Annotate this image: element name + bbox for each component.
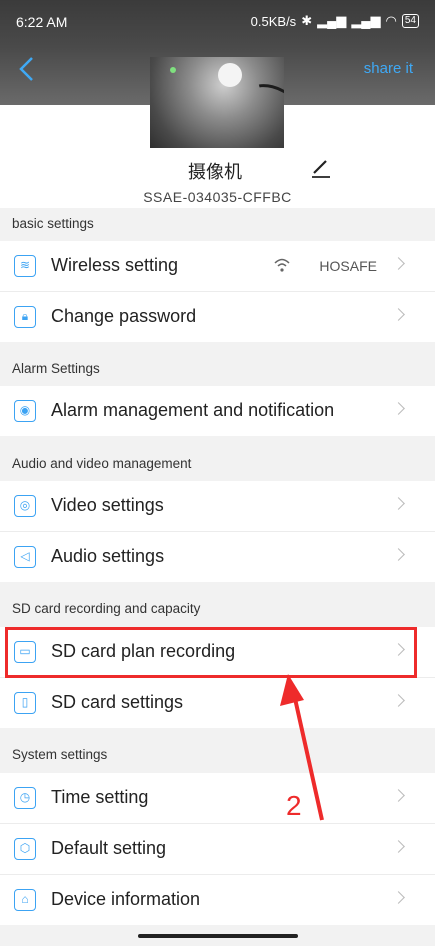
alarm-management-item[interactable]: ◉ Alarm management and notification [0, 386, 435, 436]
home-indicator[interactable] [138, 934, 298, 938]
item-label: Audio settings [51, 546, 165, 566]
lock-icon: 🔒︎ [14, 306, 36, 328]
wifi-icon: ≋ [14, 255, 36, 277]
section-alarm-settings: Alarm Settings [12, 361, 100, 376]
chevron-right-icon [392, 497, 405, 510]
share-button[interactable]: share it [364, 60, 413, 77]
item-label: Default setting [51, 838, 167, 858]
reset-icon: ⬡ [14, 838, 36, 860]
clock-icon: ◷ [14, 787, 36, 809]
item-label: Change password [51, 306, 197, 326]
highlight-box [5, 627, 417, 678]
default-setting-item[interactable]: ⬡ Default setting [0, 824, 435, 874]
item-label: Device information [51, 889, 201, 909]
wifi-network-value: HOSAFE [319, 258, 377, 274]
chevron-right-icon [392, 402, 405, 415]
signal-icon-2: ▂▄▆ [351, 13, 381, 28]
signal-icon: ▂▄▆ [317, 13, 347, 28]
chevron-right-icon [392, 789, 405, 802]
status-icons: 0.5KB/s ✱ ▂▄▆ ▂▄▆ ◠ 54 [251, 13, 419, 29]
change-password-item[interactable]: 🔒︎ Change password [0, 292, 435, 342]
chevron-right-icon [392, 257, 405, 270]
device-information-item[interactable]: ⌂ Device information [0, 875, 435, 925]
device-info-icon: ⌂ [14, 889, 36, 911]
network-speed: 0.5KB/s [250, 13, 297, 29]
section-basic-settings: basic settings [12, 216, 94, 231]
section-sd-card: SD card recording and capacity [12, 601, 201, 616]
video-settings-item[interactable]: ◎ Video settings [0, 481, 435, 531]
wifi-status-icon: ◠ [385, 13, 397, 28]
alarm-icon: ◉ [14, 400, 36, 422]
wireless-setting-item[interactable]: ≋ Wireless setting HOSAFE [0, 241, 435, 291]
item-label: SD card settings [51, 692, 184, 712]
device-serial: SSAE-034035-CFFBC [143, 189, 292, 205]
sd-card-settings-item[interactable]: ▯ SD card settings [0, 678, 435, 728]
item-label: Wireless setting [51, 255, 179, 275]
annotation-arrow-icon [280, 674, 324, 821]
device-name: 摄像机 [188, 162, 242, 182]
section-system-settings: System settings [12, 747, 108, 762]
wifi-signal-icon [274, 258, 290, 272]
camera-thumbnail[interactable] [150, 57, 284, 148]
time-setting-item[interactable]: ◷ Time setting [0, 773, 435, 823]
audio-settings-item[interactable]: ◁ Audio settings [0, 532, 435, 582]
status-time: 6:22 AM [16, 14, 68, 30]
chevron-right-icon [392, 308, 405, 321]
item-label: Alarm management and notification [51, 400, 335, 420]
status-bar: 6:22 AM 0.5KB/s ✱ ▂▄▆ ▂▄▆ ◠ 54 [0, 0, 435, 50]
item-label: Video settings [51, 495, 164, 515]
battery-icon: 54 [401, 14, 419, 28]
annotation-number: 2 [286, 790, 302, 821]
bluetooth-icon: ✱ [301, 13, 313, 28]
item-label: Time setting [51, 787, 149, 807]
sd-card-icon: ▯ [14, 692, 36, 714]
chevron-right-icon [392, 548, 405, 561]
back-icon[interactable] [14, 55, 40, 83]
section-audio-video: Audio and video management [12, 456, 192, 471]
edit-icon[interactable] [311, 157, 331, 179]
chevron-right-icon [392, 840, 405, 853]
speaker-icon: ◁ [14, 546, 36, 568]
chevron-right-icon [392, 891, 405, 904]
chevron-right-icon [392, 694, 405, 707]
camera-icon: ◎ [14, 495, 36, 517]
